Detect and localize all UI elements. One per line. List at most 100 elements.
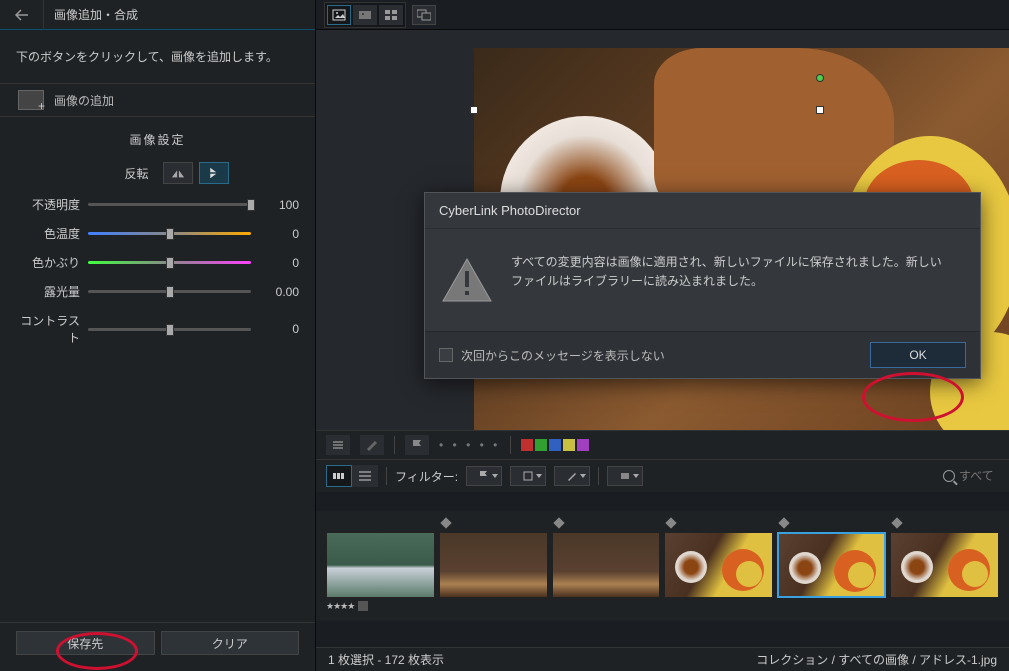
exposure-value: 0.00 [259,285,299,299]
thumbnail-6[interactable] [890,519,999,613]
flip-v-icon [207,167,221,179]
rect-icon [620,471,630,481]
opacity-row: 不透明度 100 [0,190,315,219]
fullscreen-icon [417,9,431,21]
tag-toolbar: • • • • • [316,430,1009,460]
thumb-image [777,532,886,598]
tint-value: 0 [259,256,299,270]
opacity-slider[interactable] [88,203,251,206]
tag-purple[interactable] [577,439,589,451]
confirmation-dialog: CyberLink PhotoDirector すべての変更内容は画像に適用され… [424,192,981,379]
thumbnail-2[interactable] [439,519,548,613]
compare-icon [358,9,372,21]
filter-bar: フィルター: [316,460,1009,492]
edited-icon [553,517,564,528]
temp-row: 色温度 0 [0,219,315,248]
tag-green[interactable] [535,439,547,451]
dialog-message: すべての変更内容は画像に適用され、新しいファイルに保存されました。新しい ファイ… [511,253,942,303]
flip-label: 反転 [124,165,148,182]
flag-set-button[interactable] [405,435,429,455]
dont-show-checkbox[interactable] [439,348,453,362]
dialog-body: すべての変更内容は画像に適用され、新しいファイルに保存されました。新しい ファイ… [425,229,980,331]
stack-button[interactable] [326,435,350,455]
brush-button[interactable] [360,435,384,455]
tint-label: 色かぶり [16,254,80,271]
view-toolbar [316,0,1009,30]
list-view-toggle [326,465,378,487]
status-right: コレクション / すべての画像 / アドレス-1.jpg [756,651,997,668]
dialog-msg-line2: ファイルはライブラリーに読み込まれました。 [511,272,942,291]
grid-icon [384,9,398,21]
dialog-title: CyberLink PhotoDirector [425,193,980,229]
tint-slider[interactable] [88,261,251,264]
compare-view-button[interactable] [353,5,377,25]
single-view-button[interactable] [327,5,351,25]
rotation-handle[interactable] [816,74,824,82]
flip-h-icon [171,167,185,179]
tag-red[interactable] [521,439,533,451]
temp-value: 0 [259,227,299,241]
separator [598,467,599,485]
panel-title: 画像追加・合成 [44,6,138,23]
contrast-value: 0 [259,322,299,336]
separator [386,467,387,485]
add-image-label: 画像の追加 [54,92,114,109]
tag-yellow[interactable] [563,439,575,451]
selection-handle-nw[interactable] [470,106,478,114]
thumb-flag-icon [358,601,368,611]
dialog-footer: 次回からこのメッセージを表示しない OK [425,331,980,378]
back-button[interactable] [0,0,44,30]
tag-blue[interactable] [549,439,561,451]
bottom-buttons: 保存先 クリア [0,622,315,663]
selection-handle-n[interactable] [816,106,824,114]
thumbnail-4[interactable] [664,519,773,613]
search-input[interactable] [959,469,999,483]
save-destination-button[interactable]: 保存先 [16,631,155,655]
list-view-button[interactable] [352,465,378,487]
panel-header: 画像追加・合成 [0,0,315,30]
thumb-edit-indicator [326,519,435,530]
search-icon [943,470,955,482]
ok-button[interactable]: OK [870,342,966,368]
exposure-slider[interactable] [88,290,251,293]
filter-extra-dropdown[interactable] [607,466,643,486]
instruction-text: 下のボタンをクリックして、画像を追加します。 [0,30,315,83]
arrow-left-icon [15,9,29,21]
thumb-icon [332,470,346,482]
contrast-row: コントラスト 0 [0,306,315,352]
flip-vertical-button[interactable] [199,162,229,184]
opacity-label: 不透明度 [16,196,80,213]
rating-dots[interactable]: • • • • • [439,438,500,452]
thumbnail-5-selected[interactable] [777,519,886,613]
flag-icon [410,439,424,451]
thumb-image [439,532,548,598]
settings-title: 画像設定 [0,117,315,156]
thumb-rating: ★★★★ [326,601,354,612]
edited-icon [779,517,790,528]
status-left: 1 枚選択 - 172 枚表示 [328,651,444,668]
flip-horizontal-button[interactable] [163,162,193,184]
filter-flag-dropdown[interactable] [466,466,502,486]
edited-icon [891,517,902,528]
filter-edit-dropdown[interactable] [554,466,590,486]
temp-label: 色温度 [16,225,80,242]
fullscreen-button[interactable] [412,5,436,25]
filter-label: フィルター: [395,468,458,485]
search-box[interactable] [943,469,999,483]
thumb-image [664,532,773,598]
filter-label-dropdown[interactable] [510,466,546,486]
contrast-slider[interactable] [88,328,251,331]
dialog-msg-line1: すべての変更内容は画像に適用され、新しいファイルに保存されました。新しい [511,253,942,272]
add-image-button[interactable]: 画像の追加 [0,83,315,117]
thumbnail-1[interactable]: ★★★★ [326,519,435,613]
tag-swatches [521,439,589,451]
clear-button[interactable]: クリア [161,631,300,655]
edited-icon [440,517,451,528]
thumbnail-view-button[interactable] [326,465,352,487]
thumb-image [890,532,999,598]
temp-slider[interactable] [88,232,251,235]
grid-view-button[interactable] [379,5,403,25]
thumbnail-3[interactable] [552,519,661,613]
pencil-small-icon [567,471,577,481]
thumb-image [326,532,435,598]
